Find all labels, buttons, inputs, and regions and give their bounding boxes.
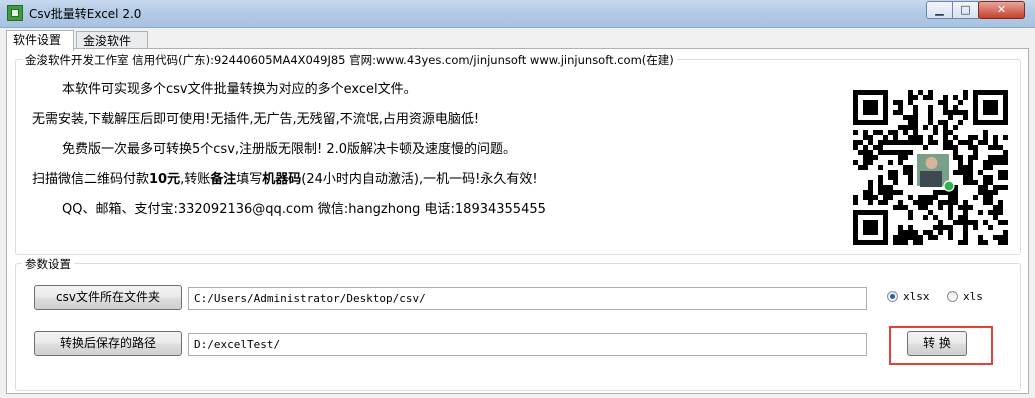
tab-software-settings[interactable]: 软件设置 xyxy=(6,30,74,51)
minimize-button[interactable]: ▁ xyxy=(926,1,953,19)
radio-xlsx-indicator[interactable] xyxy=(887,291,898,302)
app-icon xyxy=(7,5,23,21)
csv-folder-button[interactable]: csv文件所在文件夹 xyxy=(34,285,182,310)
qr-code-icon xyxy=(853,90,1008,245)
params-group-legend: 参数设置 xyxy=(22,256,74,272)
params-group: 参数设置 xyxy=(15,256,1021,391)
machine-code-emphasis: 机器码 xyxy=(262,172,302,187)
wechat-qr-code xyxy=(853,90,1008,245)
info-group-legend: 金浚软件开发工作室 信用代码(广东):92440605MA4X049J85 官网… xyxy=(22,52,677,68)
csv-folder-input[interactable]: C:/Users/Administrator/Desktop/csv/ xyxy=(188,287,867,310)
tab-panel: 金浚软件开发工作室 信用代码(广东):92440605MA4X049J85 官网… xyxy=(6,48,1029,394)
title-bar: Csv批量转Excel 2.0 ▁ □ ✕ xyxy=(0,0,1035,28)
info-line-3: 免费版一次最多可转换5个csv,注册版无限制! 2.0版解决卡顿及速度慢的问题。 xyxy=(62,142,517,157)
info-line-4-part4: (24小时内自动激活),一机一码!永久有效! xyxy=(301,172,538,187)
radio-xls-label: xls xyxy=(963,290,983,303)
save-path-input[interactable]: D:/excelTest/ xyxy=(188,333,867,356)
radio-xlsx-label: xlsx xyxy=(903,290,930,303)
radio-xlsx[interactable]: xlsx xyxy=(887,290,930,303)
info-line-4-part1: 扫描微信二维码付款 xyxy=(32,172,150,187)
save-path-button[interactable]: 转换后保存的路径 xyxy=(34,331,182,356)
window-title: Csv批量转Excel 2.0 xyxy=(29,7,142,21)
radio-xls-indicator[interactable] xyxy=(947,291,958,302)
info-line-4-part3: 填写 xyxy=(236,172,263,187)
info-line-4-part2: ,转账 xyxy=(180,172,211,187)
info-line-2: 无需安装,下载解压后即可使用!无插件,无广告,无残留,不流氓,占用资源电脑低! xyxy=(32,112,480,127)
tab-jinjun-software[interactable]: 金浚软件 xyxy=(76,31,148,49)
note-emphasis: 备注 xyxy=(210,172,237,187)
close-button[interactable]: ✕ xyxy=(978,1,1025,19)
maximize-button[interactable]: □ xyxy=(952,1,979,19)
info-line-5: QQ、邮箱、支付宝:332092136@qq.com 微信:hangzhong … xyxy=(62,202,546,217)
convert-button[interactable]: 转 换 xyxy=(907,331,967,356)
window-client-area: 软件设置 金浚软件 金浚软件开发工作室 信用代码(广东):92440605MA4… xyxy=(0,28,1035,398)
info-line-4: 扫描微信二维码付款10元,转账备注填写机器码(24小时内自动激活),一机一码!永… xyxy=(32,168,538,187)
radio-xls[interactable]: xls xyxy=(947,290,983,303)
payment-amount: 10元 xyxy=(149,172,181,187)
info-line-1: 本软件可实现多个csv文件批量转换为对应的多个excel文件。 xyxy=(62,82,417,97)
